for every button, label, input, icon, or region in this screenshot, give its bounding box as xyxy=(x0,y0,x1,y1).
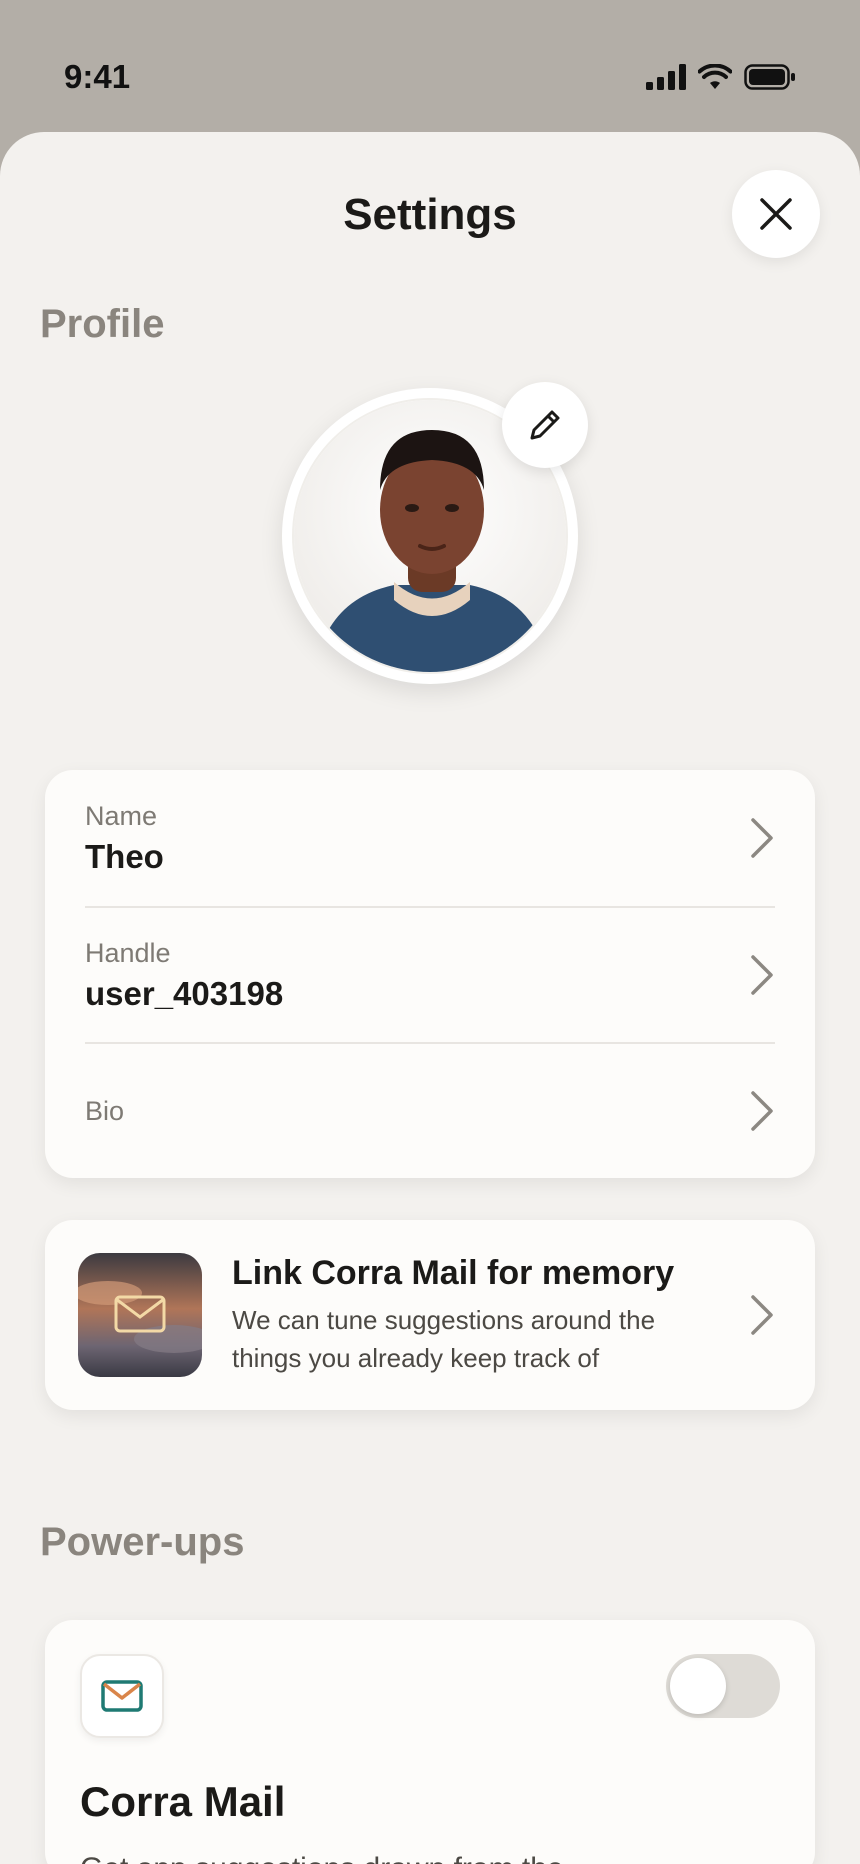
link-mail-description: We can tune suggestions around the thing… xyxy=(232,1304,656,1373)
pencil-icon xyxy=(530,410,560,440)
status-icons xyxy=(646,64,796,90)
link-mail-card[interactable]: Link Corra Mail for memory We can tune s… xyxy=(45,1220,815,1410)
powerups-section-title: Power-ups xyxy=(40,1520,245,1564)
chevron-right-icon xyxy=(751,1091,773,1131)
settings-sheet: Settings Profile Name Theo Handle user_4… xyxy=(0,132,860,1864)
name-label: Name xyxy=(85,800,158,831)
handle-row[interactable]: Handle user_403198 xyxy=(85,906,775,1042)
bio-row[interactable]: Bio xyxy=(85,1042,775,1178)
page-title: Settings xyxy=(343,190,517,239)
close-button[interactable] xyxy=(732,170,820,258)
close-icon xyxy=(760,198,792,230)
chevron-right-icon xyxy=(751,818,773,858)
chevron-right-icon xyxy=(751,955,773,995)
powerup-card-corra-mail: Corra Mail Get app suggestions drawn fro… xyxy=(45,1620,815,1864)
name-row[interactable]: Name Theo xyxy=(85,770,775,906)
mail-icon xyxy=(101,1680,143,1712)
toggle-knob xyxy=(670,1658,726,1714)
wifi-icon xyxy=(698,64,732,89)
bio-label: Bio xyxy=(85,1095,125,1126)
handle-label: Handle xyxy=(85,937,171,968)
corra-mail-app-icon xyxy=(80,1654,164,1738)
profile-section-title: Profile xyxy=(40,302,165,346)
profile-fields-card: Name Theo Handle user_403198 Bio xyxy=(45,770,815,1178)
edit-avatar-button[interactable] xyxy=(502,382,588,468)
powerup-name: Corra Mail xyxy=(80,1778,286,1825)
chevron-right-icon xyxy=(751,1295,773,1335)
status-time: 9:41 xyxy=(64,58,131,95)
powerup-description: Get app suggestions drawn from the xyxy=(80,1852,564,1864)
corra-mail-toggle[interactable] xyxy=(666,1654,780,1718)
name-value: Theo xyxy=(85,837,164,875)
cellular-signal-icon xyxy=(646,64,686,90)
link-mail-title: Link Corra Mail for memory xyxy=(232,1253,675,1292)
battery-icon xyxy=(744,64,795,90)
link-mail-thumbnail xyxy=(78,1253,202,1377)
handle-value: user_403198 xyxy=(85,974,284,1012)
status-bar: 9:41 xyxy=(0,0,860,132)
